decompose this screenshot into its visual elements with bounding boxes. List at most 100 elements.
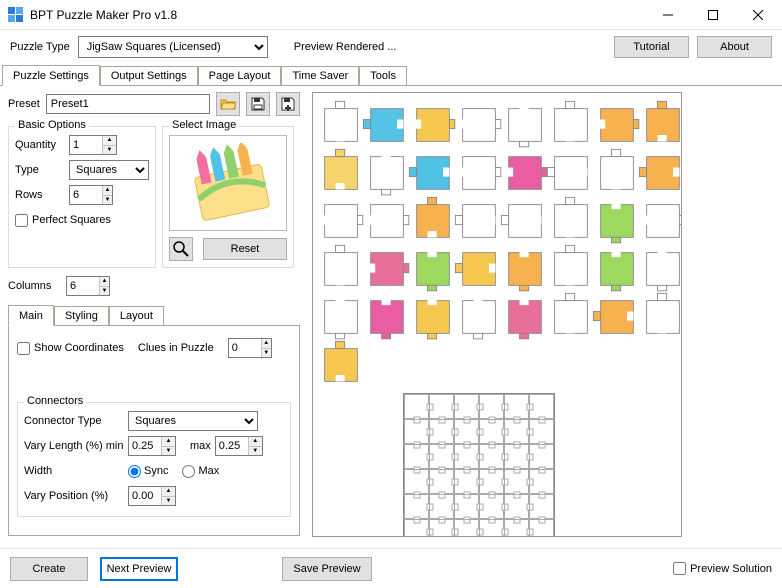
basic-options-legend: Basic Options [15, 119, 89, 131]
sub-tabstrip: Main Styling Layout [8, 304, 300, 326]
width-max-radio[interactable]: Max [182, 465, 219, 478]
puzzle-piece [367, 153, 407, 193]
outline-cell [429, 394, 454, 419]
puzzle-type-label: Puzzle Type [10, 41, 70, 53]
tab-tools[interactable]: Tools [359, 66, 407, 85]
clues-label: Clues in Puzzle [138, 342, 214, 354]
window-title: BPT Puzzle Maker Pro v1.8 [30, 8, 645, 22]
outline-cell [529, 519, 554, 537]
vary-position-stepper[interactable]: ▲▼ [128, 486, 176, 506]
puzzle-piece [551, 297, 591, 337]
columns-stepper[interactable]: ▲▼ [66, 276, 110, 296]
outline-cell [479, 394, 504, 419]
puzzle-piece [459, 153, 499, 193]
outline-cell [479, 494, 504, 519]
puzzle-piece [413, 153, 453, 193]
main-tabstrip: Puzzle Settings Output Settings Page Lay… [0, 64, 782, 86]
connector-type-select[interactable]: Squares [128, 411, 258, 431]
width-label: Width [24, 465, 124, 477]
maximize-button[interactable] [690, 0, 735, 29]
outline-cell [454, 444, 479, 469]
puzzle-piece [551, 105, 591, 145]
subtab-styling[interactable]: Styling [54, 306, 109, 325]
clues-stepper[interactable]: ▲▼ [228, 338, 272, 358]
puzzle-piece [643, 297, 682, 337]
image-thumbnail[interactable] [169, 135, 287, 231]
outline-cell [504, 494, 529, 519]
outline-cell [404, 519, 429, 537]
subtab-main[interactable]: Main [8, 305, 54, 326]
vary-length-min-stepper[interactable]: ▲▼ [128, 436, 176, 456]
magnify-button[interactable] [169, 237, 193, 261]
app-icon [8, 7, 24, 23]
outline-cell [479, 419, 504, 444]
perfect-squares-checkbox[interactable]: Perfect Squares [15, 214, 111, 227]
puzzle-piece [643, 105, 682, 145]
outline-cell [404, 469, 429, 494]
tab-time-saver[interactable]: Time Saver [281, 66, 359, 85]
outline-cell [404, 494, 429, 519]
puzzle-piece [643, 201, 682, 241]
connectors-legend: Connectors [24, 395, 86, 407]
outline-cell [529, 444, 554, 469]
outline-cell [504, 469, 529, 494]
vary-length-max-stepper[interactable]: ▲▼ [215, 436, 263, 456]
outline-cell [529, 419, 554, 444]
outline-cell [454, 494, 479, 519]
tab-puzzle-settings[interactable]: Puzzle Settings [2, 65, 100, 86]
outline-cell [454, 519, 479, 537]
select-image-legend: Select Image [169, 119, 239, 131]
preview-solution-checkbox[interactable]: Preview Solution [673, 562, 772, 575]
close-button[interactable] [735, 0, 780, 29]
tab-page-layout[interactable]: Page Layout [198, 66, 282, 85]
puzzle-piece [505, 201, 545, 241]
minimize-button[interactable] [645, 0, 690, 29]
reset-button[interactable]: Reset [203, 238, 287, 260]
outline-cell [429, 494, 454, 519]
save-preset-button[interactable] [246, 92, 270, 116]
preset-label: Preset [8, 98, 40, 110]
connectors-group: Connectors Connector Type Squares Vary L… [17, 402, 291, 517]
save-preset-as-button[interactable] [276, 92, 300, 116]
show-coordinates-checkbox[interactable]: Show Coordinates [17, 342, 124, 355]
about-button[interactable]: About [697, 36, 772, 58]
save-icon [250, 96, 266, 112]
outline-cell [504, 394, 529, 419]
outline-cell [479, 469, 504, 494]
outline-cell [404, 419, 429, 444]
create-button[interactable]: Create [10, 557, 88, 581]
subtab-layout[interactable]: Layout [109, 306, 164, 325]
outline-cell [504, 419, 529, 444]
outline-cell [429, 419, 454, 444]
rows-stepper[interactable]: ▲▼ [69, 185, 113, 205]
outline-cell [529, 469, 554, 494]
puzzle-piece [321, 297, 361, 337]
puzzle-piece [643, 153, 682, 193]
puzzle-piece [321, 201, 361, 241]
width-sync-radio[interactable]: Sync [128, 465, 168, 478]
tab-output-settings[interactable]: Output Settings [100, 66, 198, 85]
open-preset-button[interactable] [216, 92, 240, 116]
rows-label: Rows [15, 189, 65, 201]
outline-cell [529, 394, 554, 419]
puzzle-piece [459, 297, 499, 337]
quantity-stepper[interactable]: ▲▼ [69, 135, 117, 155]
tutorial-button[interactable]: Tutorial [614, 36, 689, 58]
preset-input[interactable] [46, 94, 210, 114]
save-preview-button[interactable]: Save Preview [282, 557, 372, 581]
puzzle-piece [321, 345, 361, 385]
puzzle-piece [367, 297, 407, 337]
next-preview-button[interactable]: Next Preview [100, 557, 178, 581]
type-select[interactable]: Squares [69, 160, 149, 180]
preview-area [312, 92, 682, 537]
vary-length-label: Vary Length (%) min [24, 440, 124, 452]
puzzle-type-select[interactable]: JigSaw Squares (Licensed) [78, 36, 268, 58]
basic-options-group: Basic Options Quantity ▲▼ Type Squares R… [8, 126, 156, 268]
puzzle-piece [505, 105, 545, 145]
puzzle-piece [505, 249, 545, 289]
puzzle-piece [413, 297, 453, 337]
connector-type-label: Connector Type [24, 415, 124, 427]
puzzle-piece [505, 297, 545, 337]
outline-cell [429, 469, 454, 494]
puzzle-piece [321, 153, 361, 193]
